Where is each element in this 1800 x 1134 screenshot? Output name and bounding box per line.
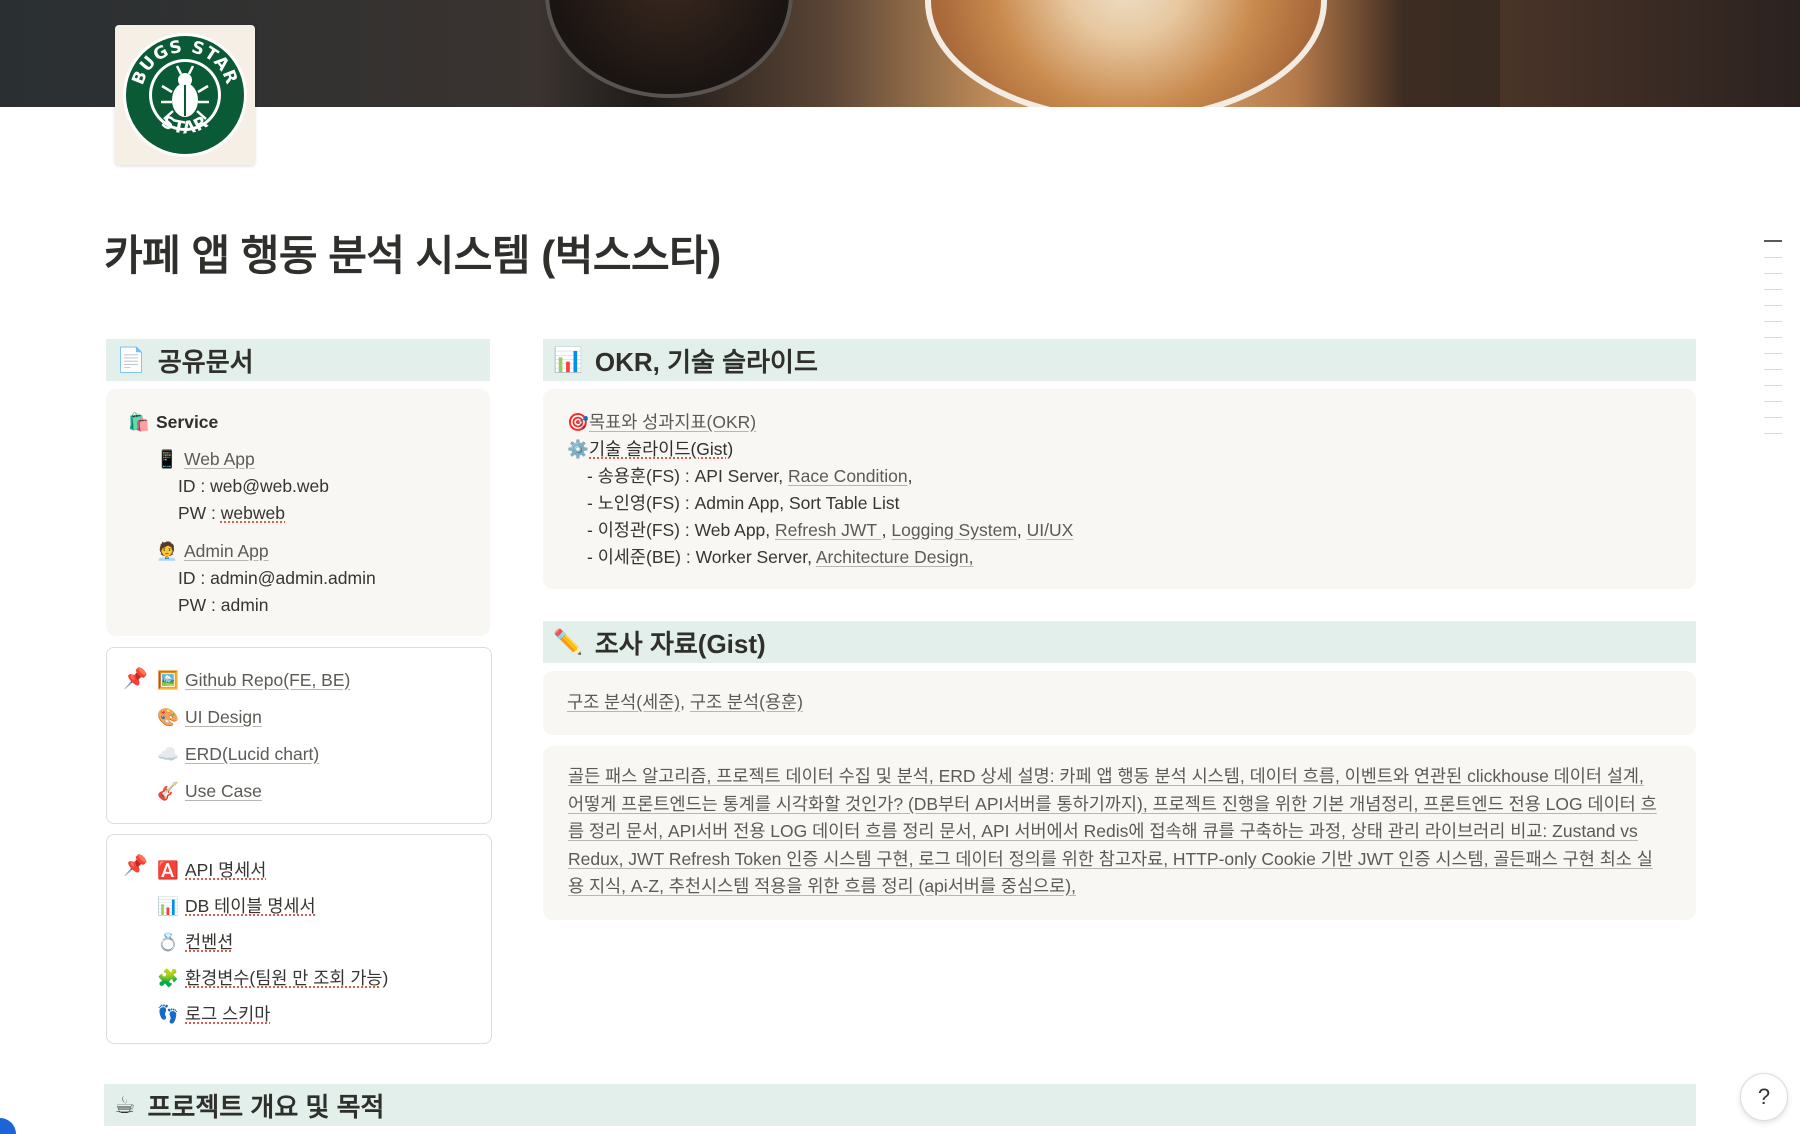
- cover-latte: [925, 0, 1327, 107]
- structure-analysis-link[interactable]: 구조 분석(용훈): [690, 692, 803, 712]
- overview-title: 프로젝트 개요 및 목적: [147, 1091, 385, 1122]
- link-api-spec[interactable]: 🅰️ API 명세서: [157, 857, 266, 882]
- okr-title: OKR, 기술 슬라이드: [594, 346, 818, 377]
- ui-design-label[interactable]: UI Design: [185, 707, 262, 727]
- env-vars-label[interactable]: 환경변수(팀원 만 조회 가능): [185, 968, 388, 988]
- link-db-spec[interactable]: 📊 DB 테이블 명세서: [157, 893, 316, 918]
- web-app-id: ID : web@web.web: [178, 476, 330, 496]
- race-condition-link[interactable]: Race Condition: [788, 466, 908, 486]
- cover-image: [0, 0, 1800, 107]
- web-app-pw-value: webweb: [220, 503, 285, 523]
- shopping-bag-icon: 🛍️: [128, 412, 150, 432]
- erd-label[interactable]: ERD(Lucid chart): [185, 744, 319, 764]
- ring-icon: 💍: [157, 932, 179, 952]
- specs-callout: 📌 🅰️ API 명세서 📊 DB 테이블 명세서 💍 컨벤션 🧩 환경변수(팀원 만 …: [106, 834, 492, 1044]
- member-text: - 이세준(BE) : Worker Server,: [587, 547, 816, 567]
- link-erd[interactable]: ☁️ ERD(Lucid chart): [157, 744, 319, 765]
- refresh-jwt-link[interactable]: Refresh JWT: [775, 520, 882, 540]
- service-callout: 🛍️ Service 📱 Web App ID : web@web.web PW :…: [106, 389, 490, 636]
- footprints-icon: 👣: [157, 1004, 179, 1024]
- page-icon: 📄: [116, 346, 146, 374]
- framed-picture-icon: 🖼️: [157, 670, 179, 690]
- member-text: - 노인영(FS) : Admin App, Sort Table List: [587, 493, 900, 513]
- guitar-icon: 🎸: [157, 781, 179, 801]
- member-row: - 이세준(BE) : Worker Server, Architecture …: [587, 544, 973, 572]
- structure-links-row: 구조 분석(세준), 구조 분석(용훈): [567, 692, 803, 712]
- log-schema-label[interactable]: 로그 스키마: [185, 1004, 270, 1024]
- use-case-label[interactable]: Use Case: [185, 781, 262, 801]
- convention-label[interactable]: 컨벤션: [185, 932, 233, 952]
- help-icon: ?: [1757, 1084, 1771, 1109]
- overview-heading: ☕ 프로젝트 개요 및 목적: [104, 1084, 1696, 1126]
- structure-analysis-link[interactable]: 구조 분석(세준): [567, 692, 680, 712]
- page-title: 카페 앱 행동 분석 시스템 (벅스스타): [104, 232, 721, 279]
- admin-app-pw: PW : admin: [178, 595, 269, 615]
- web-app-pw: PW : webweb: [178, 500, 285, 528]
- link-github-repo[interactable]: 🖼️ Github Repo(FE, BE): [157, 670, 350, 691]
- architecture-design-link[interactable]: Architecture Design,: [816, 547, 974, 567]
- slides-row: ⚙️기술 슬라이드(Gist): [567, 436, 733, 464]
- link-env-vars[interactable]: 🧩 환경변수(팀원 만 조회 가능): [157, 965, 388, 990]
- okr-goal-row: 🎯목표와 성과지표(OKR): [567, 409, 756, 437]
- research-links-paragraph[interactable]: 골든 패스 알고리즘, 프로젝트 데이터 수집 및 분석, ERD 상세 설명:…: [568, 763, 1660, 901]
- links-callout: 📌 🖼️ Github Repo(FE, BE) 🎨 UI Design ☁️ ERD…: [106, 647, 492, 824]
- mobile-phone-icon: 📱: [156, 449, 178, 469]
- palette-icon: 🎨: [157, 707, 179, 727]
- web-app-link[interactable]: Web App: [184, 449, 255, 469]
- structure-callout: 구조 분석(세준), 구조 분석(용훈): [543, 671, 1696, 735]
- web-app-pw-label: PW :: [178, 503, 221, 523]
- member-row: - 노인영(FS) : Admin App, Sort Table List: [587, 490, 900, 518]
- service-row: 🛍️ Service: [128, 409, 218, 437]
- table-of-contents-minimap[interactable]: [1764, 240, 1782, 449]
- pencil-icon: ✏️: [553, 628, 583, 656]
- okr-heading: 📊 OKR, 기술 슬라이드: [543, 339, 1696, 381]
- cover-glass: [545, 0, 793, 98]
- puzzle-piece-icon: 🧩: [157, 968, 179, 988]
- help-button[interactable]: ?: [1740, 1073, 1788, 1121]
- member-text: - 이정관(FS) : Web App,: [587, 520, 776, 540]
- member-row: - 송용훈(FS) : API Server, Race Condition,: [587, 463, 913, 491]
- logging-system-link[interactable]: Logging System: [891, 520, 1017, 540]
- shared-docs-heading: 📄 공유문서: [106, 339, 490, 381]
- pushpin-icon: 📌: [123, 855, 148, 877]
- target-icon: 🎯: [567, 412, 589, 432]
- shared-docs-title: 공유문서: [157, 346, 254, 377]
- a-button-icon: 🅰️: [157, 860, 179, 880]
- coffee-icon: ☕: [114, 1091, 136, 1119]
- member-suffix: ,: [907, 466, 913, 486]
- link-ui-design[interactable]: 🎨 UI Design: [157, 707, 262, 728]
- link-use-case[interactable]: 🎸 Use Case: [157, 781, 262, 802]
- link-log-schema[interactable]: 👣 로그 스키마: [157, 1001, 270, 1026]
- okr-goal-link[interactable]: 목표와 성과지표(OKR): [589, 412, 756, 432]
- ui-ux-link[interactable]: UI/UX: [1027, 520, 1074, 540]
- member-text: - 송용훈(FS) : API Server,: [587, 466, 788, 486]
- research-heading: ✏️ 조사 자료(Gist): [543, 621, 1696, 663]
- admin-app-row: 🧑‍💼 Admin App: [156, 538, 269, 566]
- research-title: 조사 자료(Gist): [594, 628, 766, 659]
- web-app-row: 📱 Web App: [156, 446, 255, 474]
- cover-hand: [1500, 0, 1800, 107]
- office-worker-icon: 🧑‍💼: [156, 541, 178, 561]
- bar-chart-icon: 📊: [553, 346, 583, 374]
- admin-app-link[interactable]: Admin App: [184, 541, 269, 561]
- link-convention[interactable]: 💍 컨벤션: [157, 929, 233, 954]
- db-spec-label[interactable]: DB 테이블 명세서: [185, 896, 316, 916]
- github-repo-label[interactable]: Github Repo(FE, BE): [185, 670, 350, 690]
- member-row: - 이정관(FS) : Web App, Refresh JWT , Loggi…: [587, 520, 1074, 540]
- slides-label[interactable]: 기술 슬라이드(Gist): [589, 439, 733, 459]
- bar-chart-icon: 📊: [157, 896, 179, 916]
- pushpin-icon: 📌: [123, 668, 148, 690]
- bugs-star-logo-icon: BUGS STAR STAR: [123, 33, 247, 157]
- service-label: Service: [156, 412, 219, 432]
- okr-callout: 🎯목표와 성과지표(OKR) ⚙️기술 슬라이드(Gist) - 송용훈(FS)…: [543, 389, 1696, 589]
- cloud-icon: ☁️: [157, 744, 179, 764]
- gear-icon: ⚙️: [567, 439, 589, 459]
- admin-app-id: ID : admin@admin.admin: [178, 568, 376, 588]
- api-spec-label[interactable]: API 명세서: [185, 860, 266, 880]
- corner-indicator: [0, 1118, 16, 1134]
- page-logo[interactable]: BUGS STAR STAR: [115, 25, 255, 165]
